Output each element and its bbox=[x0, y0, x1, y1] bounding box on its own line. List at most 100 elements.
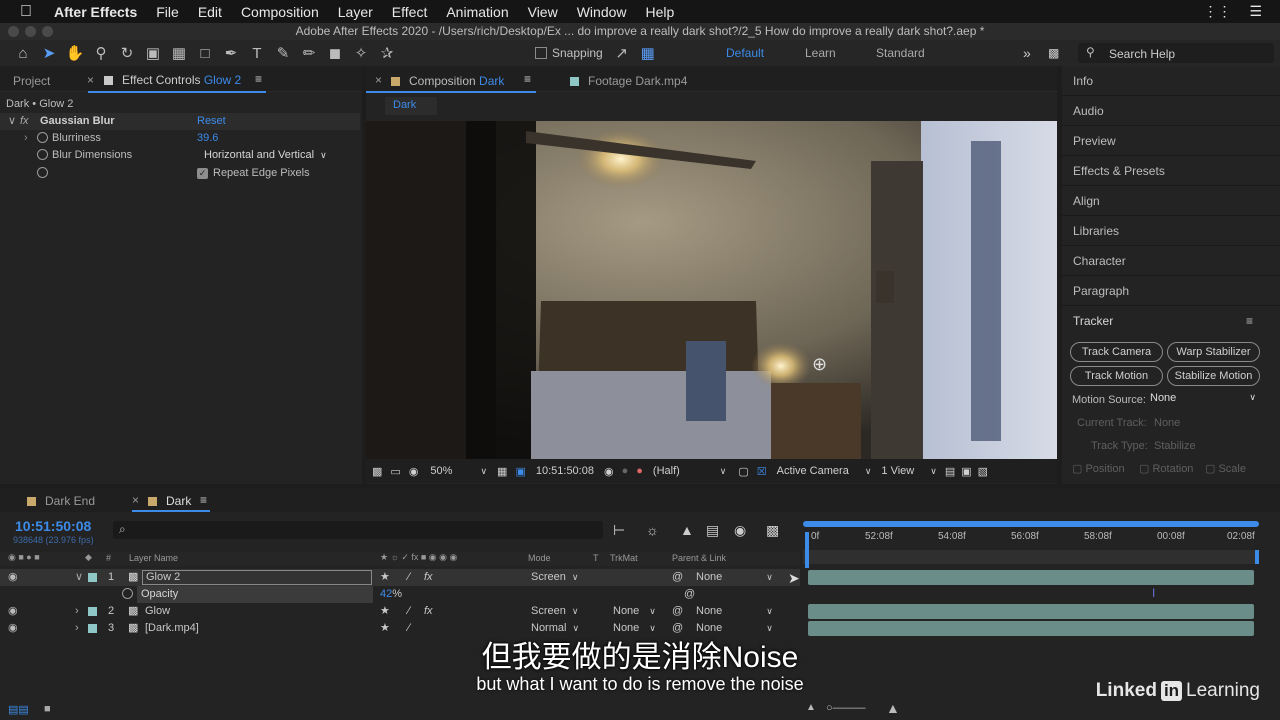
blurriness-value[interactable]: 39.6 bbox=[197, 130, 218, 147]
playhead[interactable] bbox=[805, 532, 809, 568]
time-ruler[interactable]: 0f 52:08f 54:08f 56:08f 58:08f 00:08f 02… bbox=[803, 528, 1263, 548]
snapping-checkbox[interactable] bbox=[535, 47, 547, 59]
panel-menu-icon[interactable]: ≡ bbox=[255, 72, 262, 86]
tab-dark-end[interactable]: Dark End bbox=[27, 494, 95, 508]
panel-align[interactable]: Align bbox=[1062, 186, 1280, 216]
region-toggle-icon[interactable]: ▣ bbox=[515, 465, 525, 478]
mode-dropdown[interactable]: Screen ∨ bbox=[531, 569, 578, 586]
rectangle-tool-icon[interactable]: □ bbox=[192, 42, 218, 64]
workspace-learn[interactable]: Learn bbox=[805, 40, 836, 66]
warp-stabilizer-button[interactable]: Warp Stabilizer bbox=[1167, 342, 1260, 362]
close-tab-icon[interactable]: × bbox=[87, 73, 94, 87]
camera-tool-icon[interactable]: ▣ bbox=[140, 42, 166, 64]
resolution-dropdown[interactable]: (Half) ∨ bbox=[653, 465, 726, 477]
fx-switch-icon[interactable]: fx bbox=[424, 569, 433, 586]
quality-switch-icon[interactable]: ∕ bbox=[408, 569, 410, 586]
fast-preview-icon[interactable]: ▢ bbox=[738, 465, 748, 478]
effect-row-gaussian-blur[interactable]: ∨ fx Gaussian Blur Reset bbox=[0, 113, 360, 130]
close-window-icon[interactable] bbox=[8, 26, 19, 37]
workspace-manager-icon[interactable]: ▩ bbox=[1048, 40, 1059, 66]
table-row[interactable]: ◉ › 2 ▩ Glow ★ ∕ fx Screen ∨ None ∨ @ None… bbox=[0, 603, 800, 620]
snapshot-icon[interactable]: ◉ bbox=[604, 465, 614, 478]
tab-dark[interactable]: Dark bbox=[148, 494, 191, 508]
pen-tool-icon[interactable]: ✒ bbox=[218, 42, 244, 64]
search-help-box[interactable]: ⚲ Search Help bbox=[1078, 43, 1274, 63]
shy-switch-icon[interactable]: ★ bbox=[380, 569, 390, 586]
menu-help[interactable]: Help bbox=[646, 4, 675, 20]
track-motion-button[interactable]: Track Motion bbox=[1070, 366, 1163, 386]
twirl-right-icon[interactable]: › bbox=[75, 603, 79, 620]
zoom-dropdown[interactable]: 50% ∨ bbox=[430, 465, 487, 477]
panel-menu-icon[interactable]: ≡ bbox=[524, 72, 531, 86]
control-strip-icon[interactable]: ⋮⋮ bbox=[1203, 3, 1231, 20]
composition-viewer[interactable]: ⊕ bbox=[366, 121, 1057, 459]
label-color-icon[interactable] bbox=[88, 607, 97, 616]
vr-icon[interactable]: ◉ bbox=[409, 465, 419, 478]
roto-brush-tool-icon[interactable]: ✧ bbox=[348, 42, 374, 64]
stabilize-motion-button[interactable]: Stabilize Motion bbox=[1167, 366, 1260, 386]
composition-breadcrumb[interactable]: Dark bbox=[385, 97, 437, 115]
graph-editor-icon[interactable]: ▩ bbox=[766, 522, 779, 539]
motion-source-dropdown[interactable]: None ∨ bbox=[1150, 392, 1260, 408]
panel-effects-presets[interactable]: Effects & Presets bbox=[1062, 156, 1280, 186]
motion-blur-icon[interactable]: ◉ bbox=[734, 522, 746, 539]
type-tool-icon[interactable]: T bbox=[244, 42, 270, 64]
reset-link[interactable]: Reset bbox=[197, 113, 226, 130]
zoom-out-icon[interactable]: ▲ bbox=[806, 702, 816, 713]
panel-character[interactable]: Character bbox=[1062, 246, 1280, 276]
workspace-default[interactable]: Default bbox=[726, 40, 764, 66]
menu-animation[interactable]: Animation bbox=[446, 4, 508, 20]
viewer-timecode[interactable]: 10:51:50:08 bbox=[536, 465, 594, 477]
clone-tool-icon[interactable]: ✏ bbox=[296, 42, 322, 64]
camera-dropdown[interactable]: Active Camera ∨ bbox=[777, 465, 872, 477]
panel-preview[interactable]: Preview bbox=[1062, 126, 1280, 156]
toggle-switches-icon[interactable]: ▤▤ bbox=[8, 703, 29, 716]
tab-footage[interactable]: Footage Dark.mp4 bbox=[570, 74, 687, 88]
repeat-edge-checkbox[interactable]: ✓ bbox=[197, 168, 208, 179]
shy-switch-icon[interactable]: ★ bbox=[380, 603, 390, 620]
frame-blending-icon[interactable]: ▤ bbox=[706, 522, 719, 539]
hand-tool-icon[interactable]: ✋ bbox=[62, 42, 88, 64]
opacity-value[interactable]: 42% bbox=[380, 586, 402, 603]
zoom-window-icon[interactable] bbox=[42, 26, 53, 37]
label-color-icon[interactable] bbox=[88, 573, 97, 582]
snap-grid-icon[interactable]: ▦ bbox=[635, 42, 661, 64]
expression-pick-whip-icon[interactable]: @ bbox=[684, 586, 695, 603]
panel-info[interactable]: Info bbox=[1062, 66, 1280, 96]
show-snapshot-icon[interactable]: ● bbox=[622, 465, 629, 477]
visibility-eye-icon[interactable]: ◉ bbox=[8, 603, 18, 620]
draft-3d-icon[interactable]: ☼ bbox=[646, 522, 659, 538]
menu-window[interactable]: Window bbox=[577, 4, 627, 20]
more-workspaces-icon[interactable]: » bbox=[1023, 40, 1031, 66]
fx-icon[interactable]: fx bbox=[20, 113, 29, 130]
layer-name-header[interactable]: Layer Name bbox=[129, 553, 178, 563]
stopwatch-icon[interactable] bbox=[37, 167, 48, 178]
table-row[interactable]: ◉ ∨ 1 ▩ Glow 2 ★ ∕ fx Screen ∨ @ None ∨ bbox=[0, 569, 800, 586]
tab-project[interactable]: Project bbox=[13, 74, 50, 88]
menu-view[interactable]: View bbox=[528, 4, 558, 20]
trkmat-dropdown[interactable]: None ∨ bbox=[613, 603, 656, 620]
home-icon[interactable]: ⌂ bbox=[10, 42, 36, 64]
pick-whip-icon[interactable]: @ bbox=[672, 603, 683, 620]
stopwatch-icon[interactable] bbox=[37, 149, 48, 160]
layer-1-duration-bar[interactable] bbox=[808, 570, 1254, 585]
always-preview-icon[interactable]: ▩ bbox=[372, 465, 382, 478]
collapse-icon[interactable]: ∨ bbox=[8, 113, 16, 130]
menu-edit[interactable]: Edit bbox=[198, 4, 222, 20]
panel-paragraph[interactable]: Paragraph bbox=[1062, 276, 1280, 306]
blur-dimensions-dropdown[interactable]: Horizontal and Vertical ∨ bbox=[204, 147, 327, 164]
layer-name[interactable]: Glow bbox=[145, 603, 170, 620]
timeline-search-input[interactable]: ⌕ bbox=[113, 521, 603, 539]
minimize-window-icon[interactable] bbox=[25, 26, 36, 37]
panel-audio[interactable]: Audio bbox=[1062, 96, 1280, 126]
parent-dropdown[interactable]: None ∨ bbox=[696, 569, 773, 586]
scale-checkbox[interactable]: ▢ Scale bbox=[1205, 462, 1246, 475]
composition-mini-flowchart-icon[interactable]: ⊢ bbox=[613, 522, 625, 539]
toggle-view-icon[interactable]: ▣ bbox=[961, 465, 971, 478]
track-camera-button[interactable]: Track Camera bbox=[1070, 342, 1163, 362]
current-time[interactable]: 10:51:50:08 bbox=[15, 518, 91, 534]
zoom-slider[interactable]: ○——— bbox=[826, 702, 866, 714]
eraser-tool-icon[interactable]: ◼ bbox=[322, 42, 348, 64]
quality-switch-icon[interactable]: ∕ bbox=[408, 603, 410, 620]
app-menu[interactable]: After Effects bbox=[54, 4, 137, 20]
